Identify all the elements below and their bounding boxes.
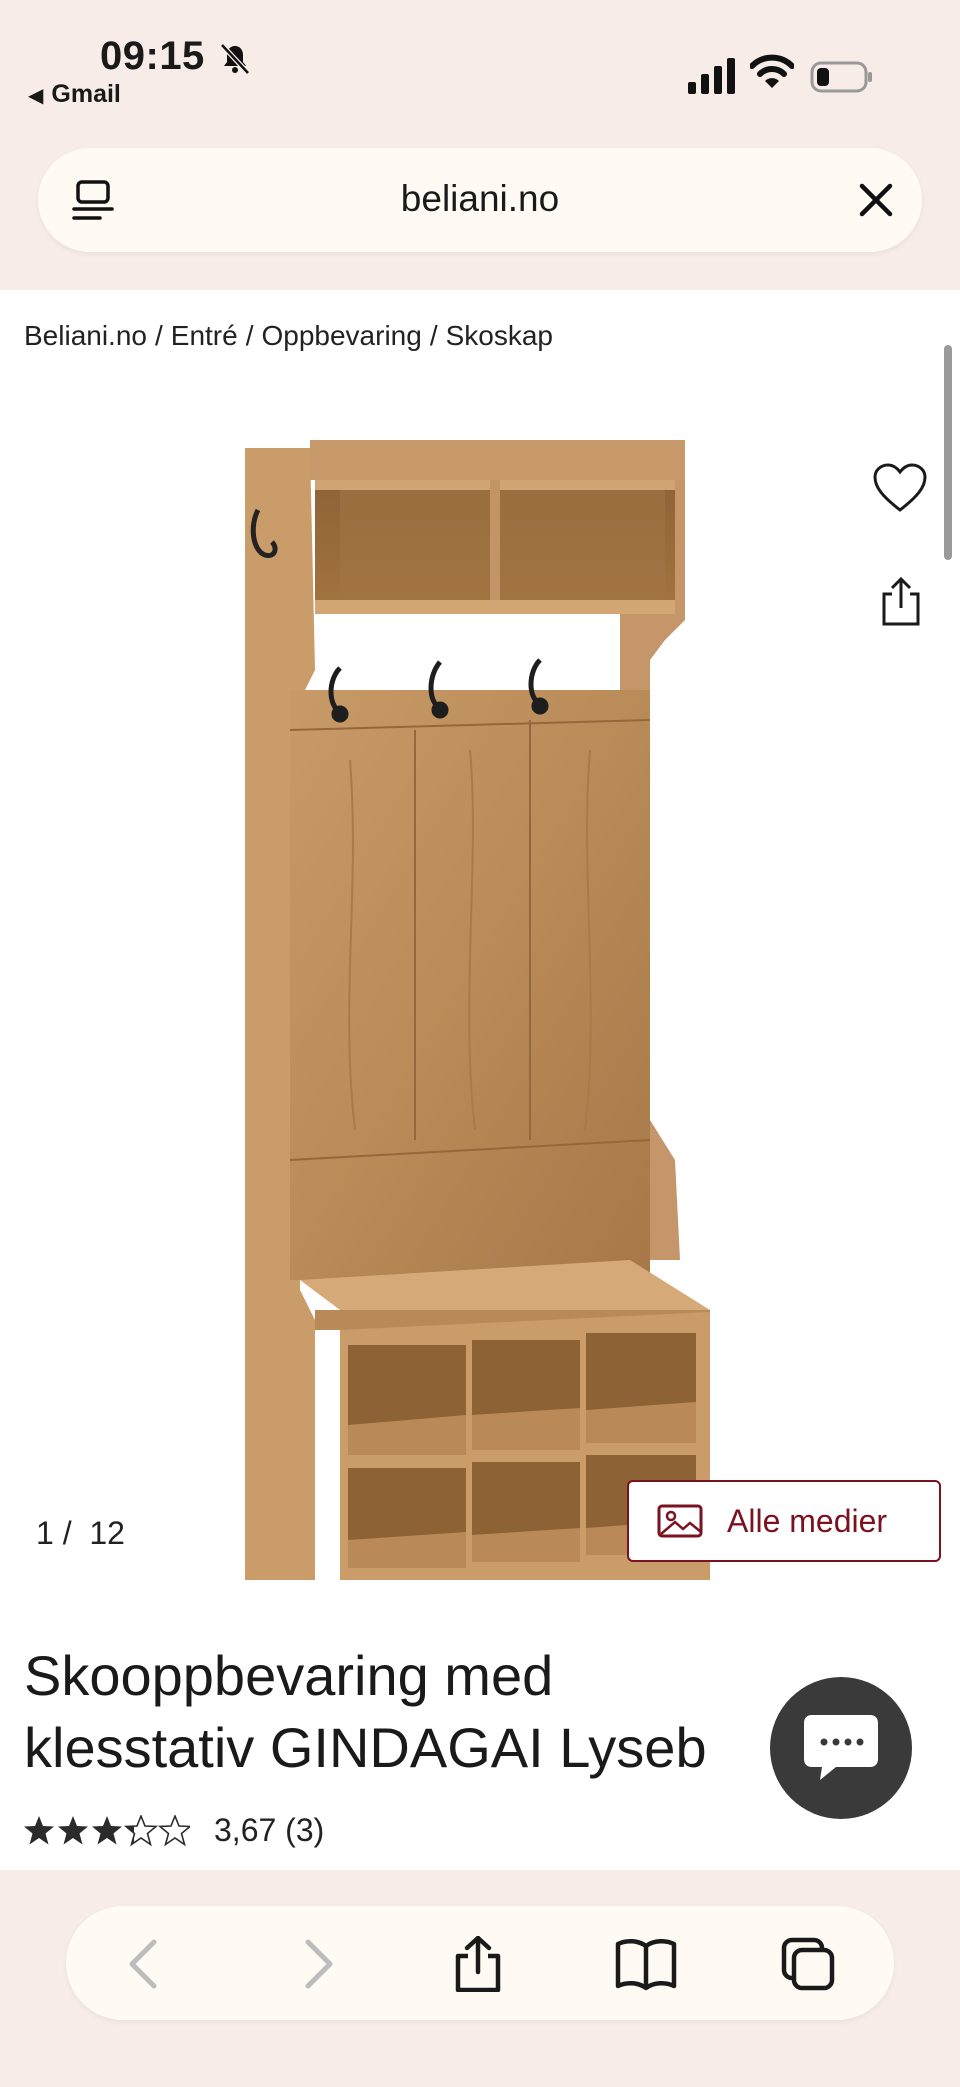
rating-value: 3,67 (3): [214, 1812, 324, 1849]
breadcrumb-oppbevaring[interactable]: Oppbevaring: [261, 320, 421, 351]
gallery-separator: /: [53, 1515, 90, 1551]
status-time: 09:15: [100, 34, 205, 78]
cellular-signal-icon: [688, 58, 735, 94]
back-triangle-icon: ◀: [28, 85, 44, 107]
all-media-label: Alle medier: [727, 1502, 888, 1539]
breadcrumb-skoskap[interactable]: Skoskap: [446, 320, 553, 351]
image-icon: [657, 1504, 703, 1538]
breadcrumb-home[interactable]: Beliani.no: [24, 320, 147, 351]
close-icon[interactable]: [854, 178, 898, 222]
back-to-app-link[interactable]: ◀ Gmail: [28, 80, 121, 109]
breadcrumb-separator: /: [245, 320, 254, 351]
chat-button[interactable]: [770, 1677, 912, 1819]
address-bar[interactable]: beliani.no: [38, 148, 922, 252]
tabs-icon[interactable]: [780, 1936, 836, 1992]
browser-top-chrome: 09:15 ◀ Gmail beliani.no: [0, 0, 960, 290]
product-title-line-2: klesstativ GINDAGAI Lyseb: [24, 1716, 707, 1779]
wifi-icon: [750, 54, 794, 88]
rating-number: 3,67: [214, 1812, 277, 1848]
product-image[interactable]: [240, 440, 720, 1580]
gallery-total: 12: [89, 1515, 125, 1551]
bell-muted-icon: [220, 43, 250, 75]
page-scrollbar[interactable]: [944, 345, 952, 560]
chat-icon: [804, 1715, 878, 1780]
breadcrumb-separator: /: [154, 320, 163, 351]
battery-icon: [810, 61, 872, 93]
gallery-counter: 1 / 12: [36, 1515, 125, 1552]
url-text[interactable]: beliani.no: [38, 178, 922, 220]
gallery-current: 1: [36, 1515, 54, 1551]
rating-stars-icon: [24, 1814, 190, 1845]
review-count: (3): [285, 1812, 325, 1848]
back-app-label: Gmail: [51, 80, 121, 108]
bookmarks-icon[interactable]: [614, 1936, 678, 1992]
product-rating[interactable]: 3,67 (3): [24, 1812, 324, 1849]
browser-toolbar: [66, 1906, 894, 2020]
product-title: Skooppbevaring med klesstativ GINDAGAI L…: [24, 1640, 784, 1790]
breadcrumb-entre[interactable]: Entré: [171, 320, 238, 351]
breadcrumb: Beliani.no / Entré / Oppbevaring / Skoskap: [24, 320, 553, 352]
product-title-line-1: Skooppbevaring med: [24, 1644, 554, 1707]
all-media-button[interactable]: Alle medier: [627, 1480, 941, 1562]
heart-icon[interactable]: [872, 462, 928, 514]
forward-arrow-icon[interactable]: [288, 1936, 344, 1992]
share-icon[interactable]: [450, 1936, 506, 1992]
breadcrumb-separator: /: [429, 320, 438, 351]
back-arrow-icon[interactable]: [118, 1936, 174, 1992]
share-icon[interactable]: [878, 576, 924, 628]
